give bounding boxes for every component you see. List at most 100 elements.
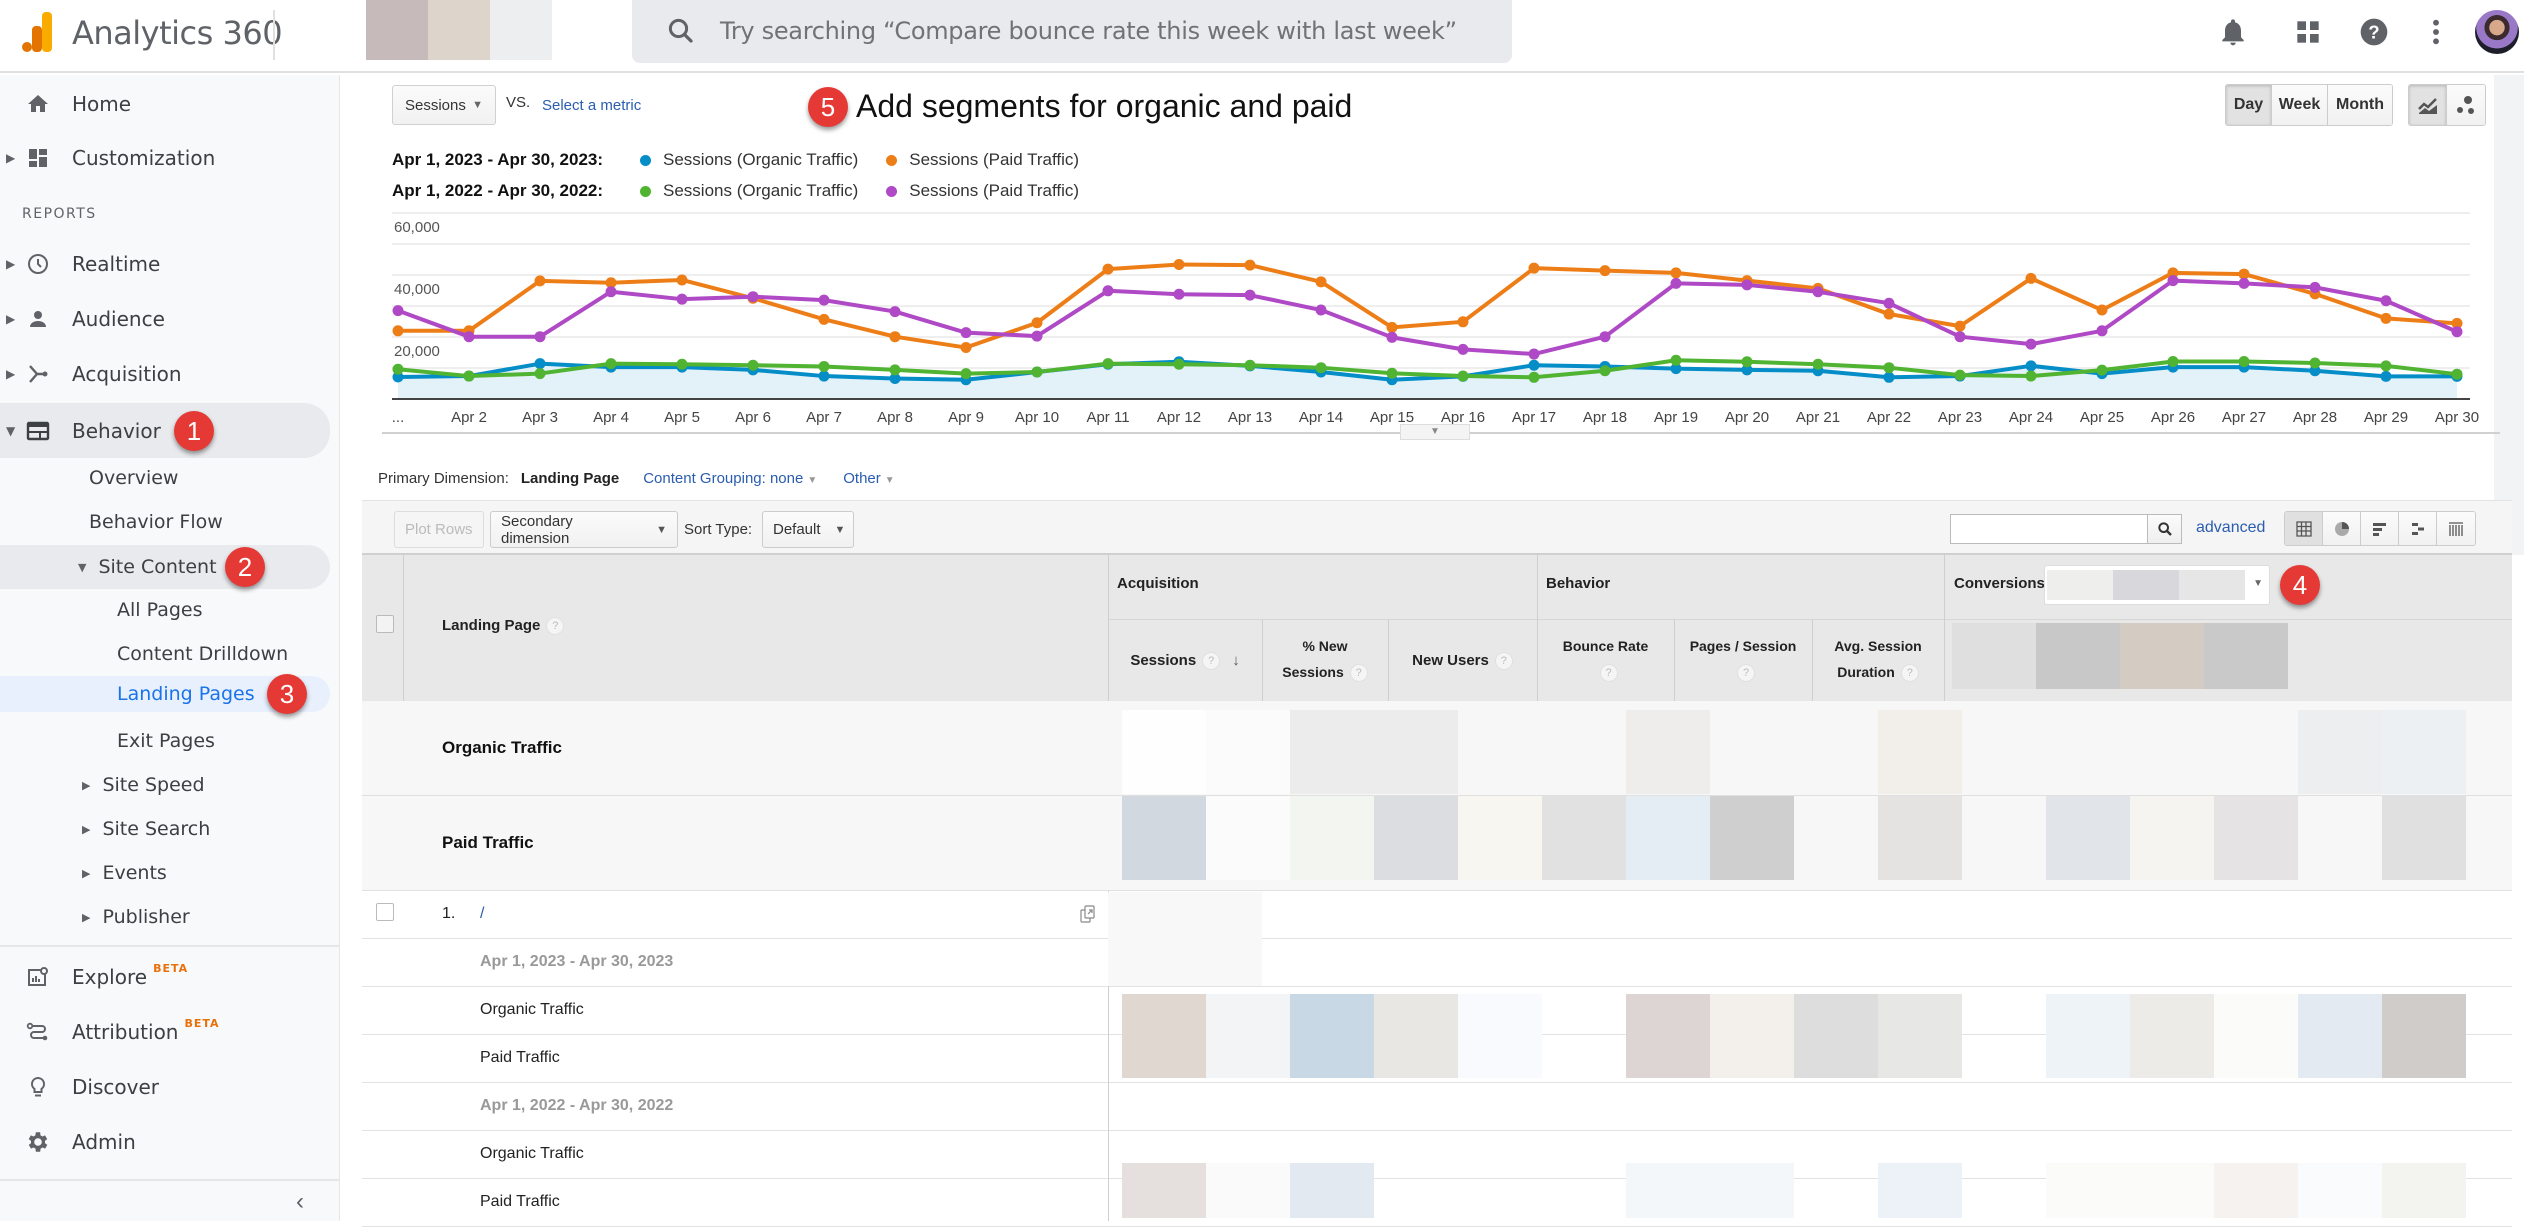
annotation-badge-5: 5 [808,87,848,127]
redacted-header-cell [2204,623,2288,689]
sidebar-item-events[interactable]: ▶ Events [82,853,167,893]
help-icon[interactable]: ? [1599,664,1618,683]
apps-grid-icon[interactable] [2292,16,2324,48]
data-point [1386,331,1398,343]
column-header-bounce-rate[interactable]: Bounce Rate? [1537,633,1674,685]
sidebar-item-explore[interactable]: Explore BETA [0,951,330,1003]
help-icon[interactable]: ? [2358,16,2390,48]
column-header-landing-page[interactable]: Landing Page? [442,613,565,639]
data-point [1315,362,1327,374]
sidebar-label: Content Drilldown [117,643,289,665]
granularity-week-button[interactable]: Week [2272,85,2328,125]
redacted-value-block [1206,796,1290,880]
comparison-view-button[interactable] [2399,512,2437,545]
table-row[interactable]: 1. / [362,891,2512,939]
sidebar-item-behavior[interactable]: ▼ Behavior [0,403,330,458]
redacted-value-block [1206,1163,1290,1218]
analytics-logo-icon[interactable] [22,12,52,52]
column-header-new-users[interactable]: New Users? [1388,648,1537,674]
sidebar-item-acquisition[interactable]: ▶ Acquisition [0,348,330,400]
redacted-value-block [2382,796,2466,880]
more-vert-icon[interactable] [2420,16,2452,48]
sidebar-item-customization[interactable]: ▶ Customization [0,132,330,184]
sidebar-label: Overview [89,467,179,489]
advanced-filter-link[interactable]: advanced [2196,519,2265,537]
sessions-line-chart[interactable]: 20,000 40,000 60,000... Apr 2 Apr 3 Apr 4 Apr … [360,200,2500,440]
table-search-button[interactable] [2148,514,2182,544]
table-search-input[interactable] [1950,514,2148,544]
legend-row-current: Apr 1, 2023 - Apr 30, 2023: Sessions (Or… [392,148,1107,172]
sidebar-item-content-drilldown[interactable]: Content Drilldown [117,634,288,674]
sidebar-item-discover[interactable]: Discover [0,1061,330,1113]
sidebar-item-site-speed[interactable]: ▶ Site Speed [82,765,205,805]
column-header-pages-session[interactable]: Pages / Session? [1674,633,1812,685]
select-metric-link[interactable]: Select a metric [542,97,641,114]
row-checkbox[interactable] [376,903,394,921]
landing-page-link[interactable]: / [480,905,484,923]
plot-rows-button[interactable]: Plot Rows [394,511,484,548]
sidebar-item-home[interactable]: Home [0,78,330,130]
sidebar-item-overview[interactable]: Overview [89,458,178,498]
select-all-checkbox[interactable] [376,615,394,633]
sidebar-item-behavior-flow[interactable]: Behavior Flow [89,502,223,542]
granularity-day-button[interactable]: Day [2226,85,2272,125]
dropdown-arrow-icon: ▼ [2253,578,2263,589]
sidebar-item-audience[interactable]: ▶ Audience [0,293,330,345]
sidebar-item-admin[interactable]: Admin [0,1116,330,1168]
legend-item[interactable]: Sessions (Paid Traffic) [886,150,1079,170]
metric-selector[interactable]: Sessions ▼ [392,85,496,125]
column-header-avg-session-duration[interactable]: Avg. Session Duration? [1812,633,1944,685]
help-icon[interactable]: ? [1349,664,1368,683]
data-point [605,358,617,370]
data-point [818,370,830,382]
redacted-value-block [2130,796,2214,880]
help-icon[interactable]: ? [1900,664,1919,683]
avatar[interactable] [2475,10,2519,54]
help-icon[interactable]: ? [1737,664,1755,683]
sidebar-item-publisher[interactable]: ▶ Publisher [82,897,190,937]
attribution-label: Attribution [72,1020,179,1044]
legend-item[interactable]: Sessions (Organic Traffic) [640,150,858,170]
pie-view-button[interactable] [2323,512,2361,545]
sidebar-item-realtime[interactable]: ▶ Realtime [0,238,330,290]
legend-item[interactable]: Sessions (Paid Traffic) [886,181,1079,201]
content-grouping-dropdown[interactable]: Content Grouping: none ▼ [643,470,817,487]
sidebar-item-attribution[interactable]: Attribution BETA [0,1006,330,1058]
column-header-sessions[interactable]: Sessions? ↓ [1108,648,1262,674]
help-icon[interactable]: ? [1202,652,1221,671]
redacted-header-cell [2036,623,2120,689]
x-tick-label: Apr 18 [1583,409,1627,426]
conversions-goal-dropdown[interactable]: ▼ [2044,565,2270,605]
data-point [1173,258,1185,270]
help-icon[interactable]: ? [546,617,565,636]
secondary-dimension-dropdown[interactable]: Secondary dimension ▼ [490,511,678,548]
pivot-view-button[interactable] [2437,512,2475,545]
sidebar-item-exit-pages[interactable]: Exit Pages [117,721,215,761]
bell-icon[interactable] [2217,16,2249,48]
help-icon[interactable]: ? [1494,652,1513,671]
table-view-button[interactable] [2285,512,2323,545]
sidebar-item-site-search[interactable]: ▶ Site Search [82,809,210,849]
other-dimension-dropdown[interactable]: Other ▼ [843,470,894,487]
line-chart-button[interactable] [2409,85,2447,125]
open-page-icon[interactable] [1080,905,1096,923]
account-selector[interactable] [366,0,552,60]
performance-view-button[interactable] [2361,512,2399,545]
x-tick-label: Apr 30 [2435,409,2479,426]
legend-item[interactable]: Sessions (Organic Traffic) [640,181,858,201]
sort-type-dropdown[interactable]: Default ▼ [762,511,854,548]
search-bar[interactable]: Try searching “Compare bounce rate this … [632,0,1512,63]
group-header-behavior: Behavior [1546,575,1611,592]
data-point [1315,304,1327,316]
granularity-month-button[interactable]: Month [2328,85,2392,125]
sidebar-item-all-pages[interactable]: All Pages [117,590,203,630]
motion-chart-button[interactable] [2447,85,2485,125]
sidebar-item-site-content[interactable]: ▼ Site Content [0,545,330,589]
x-tick-label: Apr 9 [948,409,984,426]
primary-dimension-current[interactable]: Landing Page [521,470,619,487]
column-header-pct-new-sessions[interactable]: % New Sessions? [1262,633,1388,685]
collapse-sidebar-icon[interactable]: ‹ [296,1188,304,1216]
sort-type-label: Sort Type: [684,521,753,538]
chart-collapse-handle[interactable]: ▼ [1400,424,1470,440]
app-title: Analytics 360 [72,14,283,52]
